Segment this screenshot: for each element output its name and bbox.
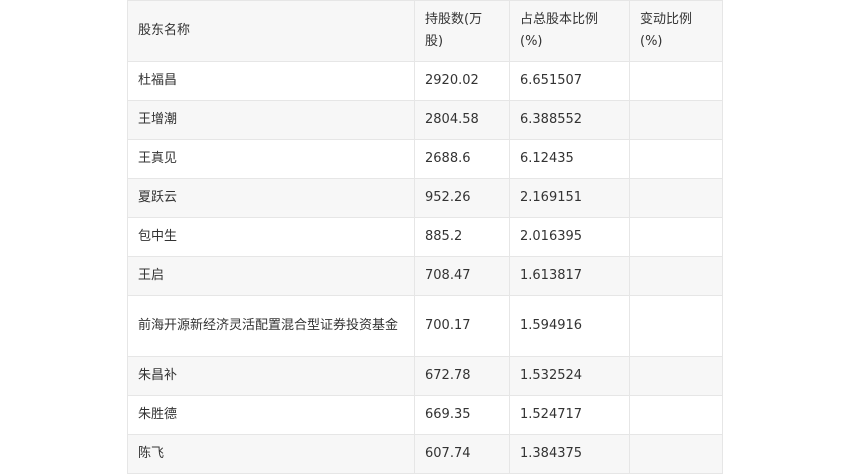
header-row: 股东名称 持股数(万股) 占总股本比例(%) 变动比例(%) [127, 0, 723, 62]
cell-change [629, 356, 723, 396]
table-header: 股东名称 持股数(万股) 占总股本比例(%) 变动比例(%) [127, 0, 723, 62]
cell-change [629, 100, 723, 140]
table-row: 包中生 885.2 2.016395 [127, 217, 723, 257]
cell-shares: 885.2 [414, 217, 510, 257]
header-change: 变动比例(%) [629, 0, 723, 62]
cell-change [629, 217, 723, 257]
cell-shares: 669.35 [414, 395, 510, 435]
cell-shares: 607.74 [414, 434, 510, 474]
cell-name: 包中生 [127, 217, 415, 257]
cell-name: 王真见 [127, 139, 415, 179]
cell-shares: 700.17 [414, 295, 510, 357]
cell-name: 杜福昌 [127, 61, 415, 101]
header-shares: 持股数(万股) [414, 0, 510, 62]
cell-ratio: 1.594916 [509, 295, 630, 357]
cell-shares: 952.26 [414, 178, 510, 218]
cell-ratio: 1.524717 [509, 395, 630, 435]
table-row: 王真见 2688.6 6.12435 [127, 139, 723, 179]
cell-change [629, 178, 723, 218]
table-row: 朱胜德 669.35 1.524717 [127, 395, 723, 435]
cell-name: 朱胜德 [127, 395, 415, 435]
shareholder-table-container: 股东名称 持股数(万股) 占总股本比例(%) 变动比例(%) 杜福昌 2920.… [127, 0, 723, 474]
cell-change [629, 295, 723, 357]
table-row: 夏跃云 952.26 2.169151 [127, 178, 723, 218]
table-row: 陈飞 607.74 1.384375 [127, 434, 723, 474]
cell-shares: 2688.6 [414, 139, 510, 179]
cell-name: 陈飞 [127, 434, 415, 474]
table-row: 前海开源新经济灵活配置混合型证券投资基金 700.17 1.594916 [127, 295, 723, 357]
cell-ratio: 1.613817 [509, 256, 630, 296]
cell-ratio: 6.12435 [509, 139, 630, 179]
table-row: 王启 708.47 1.613817 [127, 256, 723, 296]
shareholder-table: 股东名称 持股数(万股) 占总股本比例(%) 变动比例(%) 杜福昌 2920.… [127, 0, 723, 474]
cell-name: 王启 [127, 256, 415, 296]
cell-change [629, 256, 723, 296]
cell-ratio: 6.388552 [509, 100, 630, 140]
cell-shares: 2920.02 [414, 61, 510, 101]
cell-change [629, 395, 723, 435]
cell-name: 夏跃云 [127, 178, 415, 218]
table-row: 朱昌补 672.78 1.532524 [127, 356, 723, 396]
cell-change [629, 434, 723, 474]
cell-name: 王增潮 [127, 100, 415, 140]
cell-ratio: 2.016395 [509, 217, 630, 257]
header-name: 股东名称 [127, 0, 415, 62]
cell-shares: 2804.58 [414, 100, 510, 140]
table-row: 杜福昌 2920.02 6.651507 [127, 61, 723, 101]
cell-change [629, 61, 723, 101]
cell-shares: 708.47 [414, 256, 510, 296]
cell-ratio: 1.532524 [509, 356, 630, 396]
cell-ratio: 2.169151 [509, 178, 630, 218]
cell-change [629, 139, 723, 179]
cell-ratio: 1.384375 [509, 434, 630, 474]
table-body: 杜福昌 2920.02 6.651507 王增潮 2804.58 6.38855… [127, 61, 723, 474]
cell-name: 朱昌补 [127, 356, 415, 396]
table-row: 王增潮 2804.58 6.388552 [127, 100, 723, 140]
header-ratio: 占总股本比例(%) [509, 0, 630, 62]
cell-ratio: 6.651507 [509, 61, 630, 101]
cell-name: 前海开源新经济灵活配置混合型证券投资基金 [127, 295, 415, 357]
cell-shares: 672.78 [414, 356, 510, 396]
